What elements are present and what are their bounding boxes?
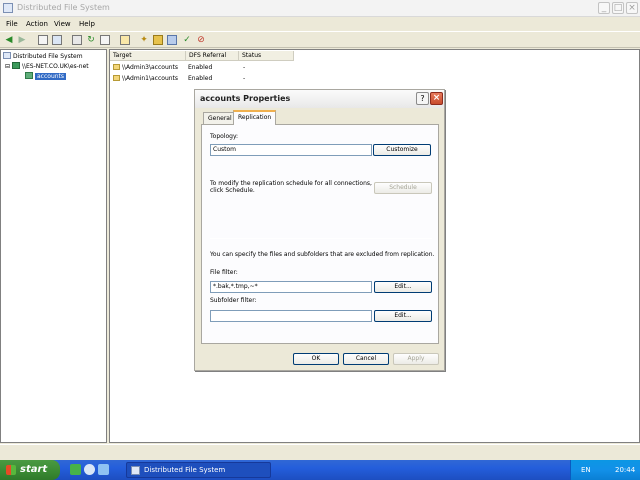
dfs-root-icon [3,52,11,59]
row-status: - [243,75,246,82]
ie-icon[interactable] [84,464,95,475]
window-title: Distributed File System [17,3,110,12]
table-row[interactable]: \\Admin3\accounts Enabled - [111,63,311,73]
start-label: start [20,464,48,475]
shared-folder-icon [113,64,120,70]
maximize-button[interactable]: □ [612,2,624,14]
close-window-button[interactable]: × [626,2,638,14]
row-referral: Enabled [188,64,213,71]
file-filter-label: File filter: [210,269,238,276]
media-icon[interactable] [98,464,109,475]
apply-button[interactable]: Apply [393,353,439,365]
customize-button[interactable]: Customize [373,144,431,156]
replication-panel: Topology: Custom Customize To modify the… [201,124,439,344]
tree-pane: Distributed File System ⊟ \\ES-NET.CO.UK… [0,49,107,443]
properties-icon[interactable] [72,35,82,45]
show-hide-icon[interactable] [52,35,62,45]
language-indicator[interactable]: EN [581,466,591,474]
cancel-button[interactable]: Cancel [343,353,389,365]
replica-icon[interactable] [153,35,163,45]
status-icon[interactable] [167,35,177,45]
subfolder-filter-field[interactable] [210,310,372,322]
menu-view[interactable]: View [54,20,71,28]
windows-logo-icon [6,465,16,475]
forward-icon[interactable]: ▶ [17,35,27,45]
taskbar-item-dfs[interactable]: Distributed File System [126,462,271,478]
refresh-icon[interactable]: ↻ [86,35,96,45]
dialog-help-button[interactable]: ? [416,92,429,105]
dfs-app-icon [3,3,13,13]
menu-bar: File Action View Help [0,18,640,31]
up-icon[interactable] [38,35,48,45]
row-status: - [243,64,246,71]
collapse-icon[interactable]: ⊟ [5,63,10,70]
tab-replication[interactable]: Replication [233,110,277,125]
clock[interactable]: 20:44 [615,466,635,474]
column-target[interactable]: Target [110,51,186,61]
back-icon[interactable]: ◀ [4,35,14,45]
tree-accounts[interactable]: accounts [25,72,67,80]
ok-button[interactable]: OK [293,353,339,365]
menu-help[interactable]: Help [79,20,95,28]
row-referral: Enabled [188,75,213,82]
shared-folder-icon [113,75,120,81]
check-icon[interactable]: ✓ [182,35,192,45]
separator [210,238,432,239]
tree-server[interactable]: ⊟ \\ES-NET.CO.UK\es-net [5,62,89,70]
tree-accounts-label: accounts [35,73,67,80]
tree-root-label: Distributed File System [13,53,83,60]
remove-icon[interactable]: ⊘ [196,35,206,45]
exclude-text: You can specify the files and subfolders… [210,251,435,258]
schedule-text-line-1: To modify the replication schedule for a… [210,180,372,187]
column-status[interactable]: Status [239,51,294,61]
show-desktop-icon[interactable] [70,464,81,475]
toolbar: ◀ ▶ ↻ ✦ ✓ ⊘ [0,31,640,48]
server-icon [11,62,20,69]
taskbar: start Distributed File System EN 20:44 [0,460,640,480]
tree-root[interactable]: Distributed File System [3,52,83,60]
tab-general[interactable]: General [203,112,237,124]
file-filter-field[interactable]: *.bak,*.tmp,~* [210,281,372,293]
system-tray: EN 20:44 [570,460,640,480]
link-icon[interactable]: ✦ [139,35,149,45]
row-target: \\Admin3\accounts [122,64,179,71]
column-dfs-referral[interactable]: DFS Referral [186,51,239,61]
schedule-text-line-2: click Schedule. [210,187,255,194]
window-title-bar: Distributed File System _ □ × [0,0,640,17]
tree-server-label: \\ES-NET.CO.UK\es-net [21,63,89,70]
export-icon[interactable] [100,35,110,45]
start-button[interactable]: start [0,460,60,480]
properties-dialog: accounts Properties ? × General Replicat… [194,89,445,371]
menu-action[interactable]: Action [26,20,48,28]
link-folder-icon [25,72,33,79]
topology-field[interactable]: Custom [210,144,372,156]
status-bar [0,444,640,460]
row-target: \\Admin1\accounts [122,75,179,82]
dialog-title: accounts Properties [200,94,291,103]
subfolder-filter-label: Subfolder filter: [210,297,257,304]
edit-subfolder-filter-button[interactable]: Edit... [374,310,432,322]
table-row[interactable]: \\Admin1\accounts Enabled - [111,74,311,84]
dialog-title-bar: accounts Properties ? × [195,90,444,108]
dfs-task-icon [131,466,140,475]
menu-file[interactable]: File [6,20,18,28]
schedule-button[interactable]: Schedule [374,182,432,194]
minimize-button[interactable]: _ [598,2,610,14]
topology-label: Topology: [210,133,239,140]
help-icon[interactable] [120,35,130,45]
taskbar-item-label: Distributed File System [144,466,226,474]
edit-file-filter-button[interactable]: Edit... [374,281,432,293]
dialog-close-button[interactable]: × [430,92,443,105]
